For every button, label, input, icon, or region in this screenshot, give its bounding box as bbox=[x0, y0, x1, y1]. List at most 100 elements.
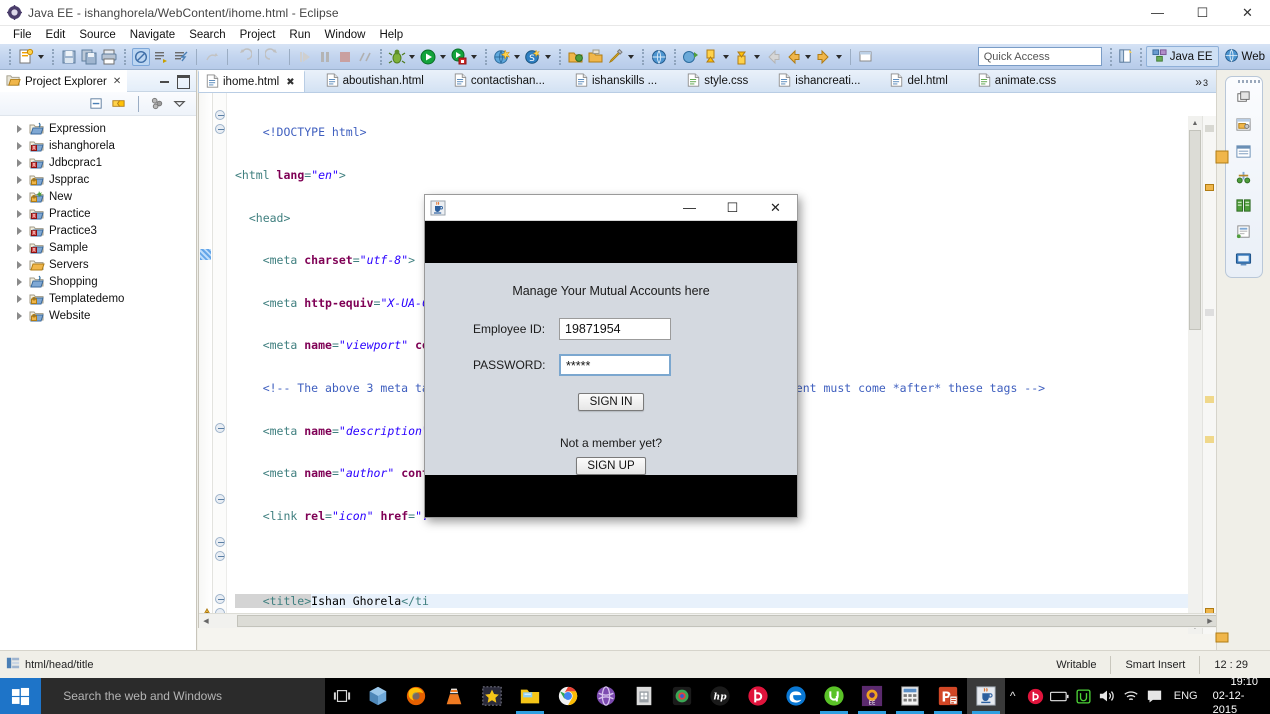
backward-history-dropdown[interactable] bbox=[803, 48, 812, 66]
dialog-minimize-button[interactable]: — bbox=[668, 195, 711, 221]
edge-icon[interactable] bbox=[777, 678, 815, 714]
external-tools-dropdown[interactable] bbox=[469, 48, 478, 66]
forward-history-icon[interactable] bbox=[815, 48, 833, 66]
windows-store-icon[interactable] bbox=[625, 678, 663, 714]
tab-project-explorer[interactable]: Project Explorer ✕ bbox=[0, 69, 128, 92]
menu-window[interactable]: Window bbox=[318, 28, 373, 42]
battery-icon[interactable] bbox=[1049, 686, 1069, 706]
perspective-java-ee[interactable]: Java EE bbox=[1145, 46, 1219, 67]
link-with-editor-icon[interactable] bbox=[111, 96, 127, 112]
chrome-icon[interactable] bbox=[549, 678, 587, 714]
profile-server-dropdown[interactable] bbox=[543, 48, 552, 66]
scroll-right-arrow[interactable]: ▶ bbox=[1203, 614, 1217, 628]
chevron-right-icon[interactable] bbox=[14, 259, 25, 270]
tree-item-new[interactable]: New bbox=[0, 188, 196, 205]
taskbar-clock[interactable]: 19:10 02-12-2015 bbox=[1209, 675, 1264, 714]
window-maximize-button[interactable]: ☐ bbox=[1180, 0, 1225, 26]
fold-toggle[interactable] bbox=[215, 110, 225, 120]
previous-annotation-icon[interactable] bbox=[172, 48, 190, 66]
palette-view-icon[interactable] bbox=[1235, 224, 1253, 242]
chevron-right-icon[interactable] bbox=[14, 310, 25, 321]
toggle-markers-icon[interactable] bbox=[132, 47, 150, 66]
minimized-view-marker[interactable] bbox=[1215, 150, 1229, 164]
wifi-icon[interactable] bbox=[1122, 686, 1140, 706]
dialog-maximize-button[interactable]: ☐ bbox=[711, 195, 754, 221]
chevron-right-icon[interactable] bbox=[14, 293, 25, 304]
close-icon[interactable]: ✕ bbox=[113, 76, 121, 87]
action-center-icon[interactable] bbox=[1146, 686, 1163, 706]
editor-tab-ihome-html[interactable]: ihome.html ✖ bbox=[198, 70, 305, 92]
minimized-view-marker[interactable] bbox=[1215, 630, 1229, 643]
scroll-left-arrow[interactable]: ◀ bbox=[199, 614, 213, 628]
new-wizard-dropdown[interactable] bbox=[36, 48, 45, 66]
tree-item-practice[interactable]: X Practice bbox=[0, 205, 196, 222]
utorrent-icon[interactable] bbox=[815, 678, 853, 714]
tree-item-ishanghorela[interactable]: X ishanghorela bbox=[0, 137, 196, 154]
minimize-view-icon[interactable] bbox=[159, 75, 170, 86]
password-input[interactable]: ***** bbox=[559, 354, 671, 376]
editor-tab-ishanskills[interactable]: ishanskills ... bbox=[568, 70, 666, 92]
menu-source[interactable]: Source bbox=[72, 28, 122, 42]
beats-audio-icon[interactable] bbox=[739, 678, 777, 714]
vlc-icon[interactable] bbox=[435, 678, 473, 714]
chevron-right-icon[interactable] bbox=[14, 174, 25, 185]
fold-toggle[interactable] bbox=[215, 537, 225, 547]
taskbar-search-input[interactable]: Search the web and Windows bbox=[41, 678, 325, 714]
chevron-right-icon[interactable] bbox=[14, 157, 25, 168]
tree-item-servers[interactable]: Servers bbox=[0, 256, 196, 273]
view-menu-filter-icon[interactable] bbox=[150, 96, 166, 112]
profile-server-icon[interactable]: S bbox=[524, 48, 542, 66]
breadcrumb[interactable]: html/head/title bbox=[25, 659, 93, 671]
properties-view-icon[interactable] bbox=[1235, 143, 1253, 161]
tree-item-website[interactable]: Website bbox=[0, 307, 196, 324]
tree-item-jspprac[interactable]: Jspprac bbox=[0, 171, 196, 188]
toggle-block-selection-icon[interactable] bbox=[857, 48, 875, 66]
chevron-down-icon[interactable] bbox=[172, 96, 188, 112]
new-web-project-icon[interactable] bbox=[682, 48, 700, 66]
security-icon[interactable] bbox=[1075, 686, 1092, 706]
language-indicator[interactable]: ENG bbox=[1169, 690, 1203, 702]
tree-item-jdbcprac1[interactable]: X Jdbcprac1 bbox=[0, 154, 196, 171]
java-login-dialog[interactable]: — ☐ ✕ Manage Your Mutual Accounts here E… bbox=[424, 194, 798, 518]
open-web-browser-icon[interactable] bbox=[650, 48, 668, 66]
task-view-icon[interactable] bbox=[325, 678, 359, 714]
fold-toggle[interactable] bbox=[215, 124, 225, 134]
next-annotation-icon[interactable] bbox=[152, 48, 170, 66]
windows-start-icon[interactable] bbox=[0, 678, 42, 714]
chevron-right-icon[interactable] bbox=[14, 242, 25, 253]
close-icon[interactable]: ✖ bbox=[286, 77, 294, 88]
menu-file[interactable]: File bbox=[6, 28, 39, 42]
save-icon[interactable] bbox=[60, 48, 78, 66]
data-source-explorer-icon[interactable] bbox=[1235, 197, 1253, 215]
eclipse-icon[interactable]: EE bbox=[853, 678, 891, 714]
previous-edit-dropdown[interactable] bbox=[721, 48, 730, 66]
horizontal-scroll-thumb[interactable] bbox=[237, 615, 1270, 627]
next-edit-icon[interactable] bbox=[733, 48, 751, 66]
chevron-right-icon[interactable] bbox=[14, 123, 25, 134]
editor-vertical-scrollbar[interactable]: ▲ ▼ bbox=[1188, 116, 1202, 634]
run-on-server-dropdown[interactable] bbox=[512, 48, 521, 66]
show-hidden-icons-chevron[interactable]: ^ bbox=[1005, 686, 1021, 706]
sign-in-button[interactable]: SIGN IN bbox=[578, 393, 644, 411]
fold-toggle[interactable] bbox=[215, 494, 225, 504]
editor-folding-ruler[interactable] bbox=[213, 93, 227, 628]
fold-toggle[interactable] bbox=[215, 551, 225, 561]
fold-toggle[interactable] bbox=[215, 423, 225, 433]
save-all-icon[interactable] bbox=[80, 48, 98, 66]
restore-view-icon[interactable] bbox=[1235, 89, 1253, 107]
editor-tab-style-css[interactable]: style.css bbox=[680, 70, 757, 92]
firefox-icon[interactable] bbox=[397, 678, 435, 714]
run-icon[interactable] bbox=[419, 48, 437, 66]
powerpoint-icon[interactable]: P bbox=[929, 678, 967, 714]
scroll-up-arrow[interactable]: ▲ bbox=[1188, 116, 1202, 130]
chevron-right-icon[interactable] bbox=[14, 191, 25, 202]
next-edit-dropdown[interactable] bbox=[752, 48, 761, 66]
editor-annotation-ruler[interactable] bbox=[199, 93, 213, 628]
vertical-scroll-thumb[interactable] bbox=[1189, 130, 1201, 330]
file-explorer-icon[interactable] bbox=[511, 678, 549, 714]
quick-access-input[interactable]: Quick Access bbox=[977, 47, 1102, 66]
new-wizard-icon[interactable] bbox=[17, 48, 35, 66]
run-on-server-icon[interactable] bbox=[493, 48, 511, 66]
collapse-all-icon[interactable] bbox=[89, 96, 105, 112]
backward-history-icon[interactable] bbox=[784, 48, 802, 66]
